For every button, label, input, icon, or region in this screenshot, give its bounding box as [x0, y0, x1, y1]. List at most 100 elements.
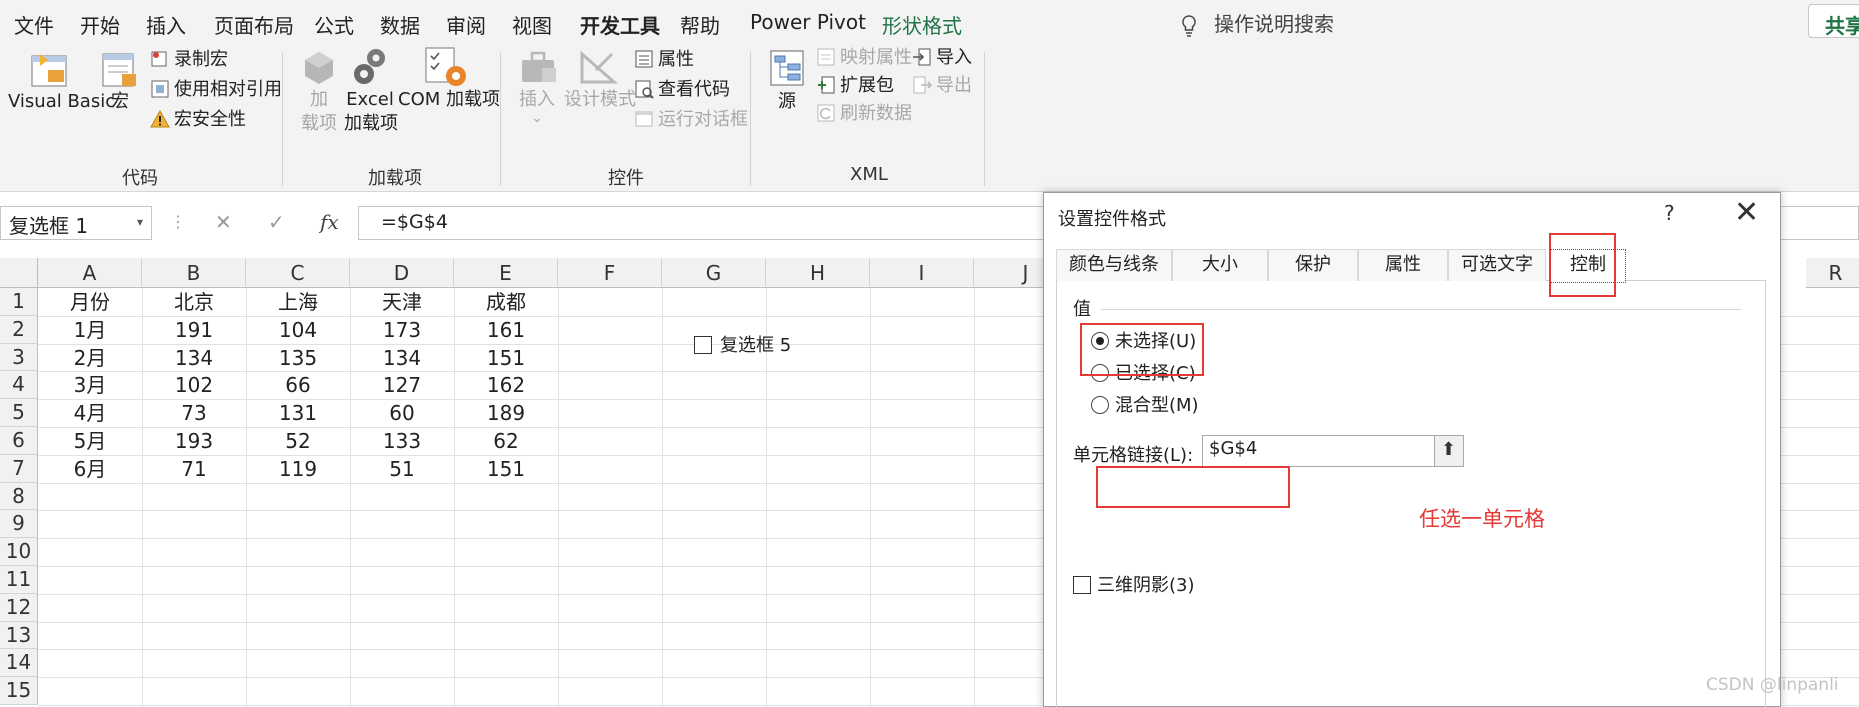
row-header[interactable]: 4 [0, 371, 38, 400]
insert-control-button[interactable]: 插入 ⌄ [514, 88, 560, 125]
row-header[interactable]: 14 [0, 649, 38, 678]
row-header[interactable]: 7 [0, 454, 38, 483]
row-header[interactable]: 1 [0, 288, 38, 316]
row-header[interactable]: 2 [0, 315, 38, 344]
table-cell[interactable]: 134 [350, 344, 454, 372]
visual-basic-button[interactable]: Visual Basic [8, 90, 115, 114]
column-header[interactable]: H [766, 258, 870, 288]
menu-power-pivot[interactable]: Power Pivot [750, 10, 866, 34]
table-cell[interactable]: 151 [454, 344, 558, 372]
table-cell[interactable]: 104 [246, 316, 350, 344]
menu-file[interactable]: 文件 [14, 10, 54, 39]
table-cell[interactable]: 131 [246, 399, 350, 427]
sheet-checkbox[interactable]: 复选框 5 [694, 331, 791, 357]
column-header[interactable]: F [558, 258, 662, 288]
map-properties-button[interactable]: 映射属性 [816, 46, 912, 70]
table-cell[interactable]: 119 [246, 455, 350, 483]
row-header[interactable]: 3 [0, 343, 38, 372]
header-cell[interactable]: 月份 [38, 288, 142, 316]
table-cell[interactable]: 4月 [38, 399, 142, 427]
table-cell[interactable]: 2月 [38, 344, 142, 372]
table-cell[interactable]: 1月 [38, 316, 142, 344]
refresh-data-button[interactable]: 刷新数据 [816, 102, 912, 126]
enter-icon[interactable]: ✓ [268, 210, 285, 234]
menu-help[interactable]: 帮助 [680, 10, 720, 39]
row-header[interactable]: 5 [0, 399, 38, 427]
chevron-down-icon[interactable]: ▾ [137, 215, 143, 229]
menu-developer[interactable]: 开发工具 [580, 10, 660, 47]
table-cell[interactable]: 71 [142, 455, 246, 483]
radio-mixed[interactable]: 混合型(M) [1091, 391, 1199, 417]
row-header[interactable]: 13 [0, 621, 38, 650]
insert-function-icon[interactable]: fx [320, 210, 339, 234]
run-dialog-button[interactable]: 运行对话框 [634, 108, 748, 132]
row-header[interactable]: 15 [0, 677, 38, 705]
menu-insert[interactable]: 插入 [146, 10, 186, 39]
tab-properties[interactable]: 属性 [1358, 249, 1448, 281]
table-cell[interactable]: 191 [142, 316, 246, 344]
share-button[interactable]: 共享 [1808, 4, 1859, 38]
export-button[interactable]: 导出 [912, 74, 972, 98]
table-cell[interactable]: 127 [350, 371, 454, 399]
header-cell[interactable]: 成都 [454, 288, 558, 316]
table-cell[interactable]: 133 [350, 427, 454, 455]
table-cell[interactable]: 134 [142, 344, 246, 372]
record-macro-button[interactable]: 录制宏 [150, 48, 228, 72]
xml-source-button[interactable]: 源 [768, 90, 806, 114]
tell-me-search[interactable]: 操作说明搜索 [1180, 8, 1334, 38]
cell-link-input[interactable]: $G$4 [1202, 435, 1450, 467]
header-cell[interactable]: 北京 [142, 288, 246, 316]
tab-protection[interactable]: 保护 [1268, 249, 1358, 281]
column-header[interactable]: C [246, 258, 350, 288]
menu-page-layout[interactable]: 页面布局 [214, 10, 294, 39]
table-cell[interactable]: 60 [350, 399, 454, 427]
macros-button[interactable]: 宏 [100, 90, 140, 114]
table-cell[interactable]: 193 [142, 427, 246, 455]
excel-addins-button[interactable]: Excel 加载项 [344, 88, 398, 136]
menu-shape-format[interactable]: 形状格式 [882, 10, 962, 39]
close-icon[interactable]: ✕ [1734, 195, 1759, 230]
row-header[interactable]: 12 [0, 593, 38, 622]
tab-colors-lines[interactable]: 颜色与线条 [1056, 249, 1172, 281]
header-cell[interactable]: 上海 [246, 288, 350, 316]
table-cell[interactable]: 66 [246, 371, 350, 399]
tab-size[interactable]: 大小 [1172, 249, 1268, 281]
menu-view[interactable]: 视图 [512, 10, 552, 39]
table-cell[interactable]: 73 [142, 399, 246, 427]
row-header[interactable]: 6 [0, 427, 38, 455]
table-cell[interactable]: 102 [142, 371, 246, 399]
design-mode-button[interactable]: 设计模式 [564, 88, 636, 112]
column-header[interactable]: I [870, 258, 974, 288]
menu-data[interactable]: 数据 [380, 10, 420, 39]
table-cell[interactable]: 173 [350, 316, 454, 344]
table-cell[interactable]: 51 [350, 455, 454, 483]
menu-review[interactable]: 审阅 [446, 10, 486, 39]
table-cell[interactable]: 62 [454, 427, 558, 455]
table-cell[interactable]: 6月 [38, 455, 142, 483]
collapse-dialog-button[interactable]: ⬆ [1434, 435, 1464, 467]
table-cell[interactable]: 151 [454, 455, 558, 483]
table-cell[interactable]: 161 [454, 316, 558, 344]
header-cell[interactable]: 天津 [350, 288, 454, 316]
table-cell[interactable]: 3月 [38, 371, 142, 399]
column-header[interactable]: G [662, 258, 766, 288]
relative-refs-button[interactable]: 使用相对引用 [150, 78, 282, 102]
column-header[interactable]: A [38, 258, 142, 288]
table-cell[interactable]: 135 [246, 344, 350, 372]
addins-button[interactable]: 加载项 [298, 88, 340, 136]
row-header[interactable]: 11 [0, 566, 38, 594]
table-cell[interactable]: 162 [454, 371, 558, 399]
drag-handle-icon[interactable]: ⋮ [170, 212, 186, 231]
column-header[interactable]: B [142, 258, 246, 288]
view-code-button[interactable]: 查看代码 [634, 78, 730, 102]
import-button[interactable]: 导入 [912, 46, 972, 70]
help-icon[interactable]: ? [1664, 201, 1675, 225]
threed-shading-checkbox[interactable]: 三维阴影(3) [1073, 571, 1195, 597]
name-box[interactable]: 复选框 1 ▾ [0, 206, 152, 240]
column-header[interactable]: E [454, 258, 558, 288]
table-cell[interactable]: 189 [454, 399, 558, 427]
table-cell[interactable]: 52 [246, 427, 350, 455]
table-cell[interactable]: 5月 [38, 427, 142, 455]
tab-alt-text[interactable]: 可选文字 [1448, 249, 1546, 281]
menu-formulas[interactable]: 公式 [314, 10, 354, 39]
